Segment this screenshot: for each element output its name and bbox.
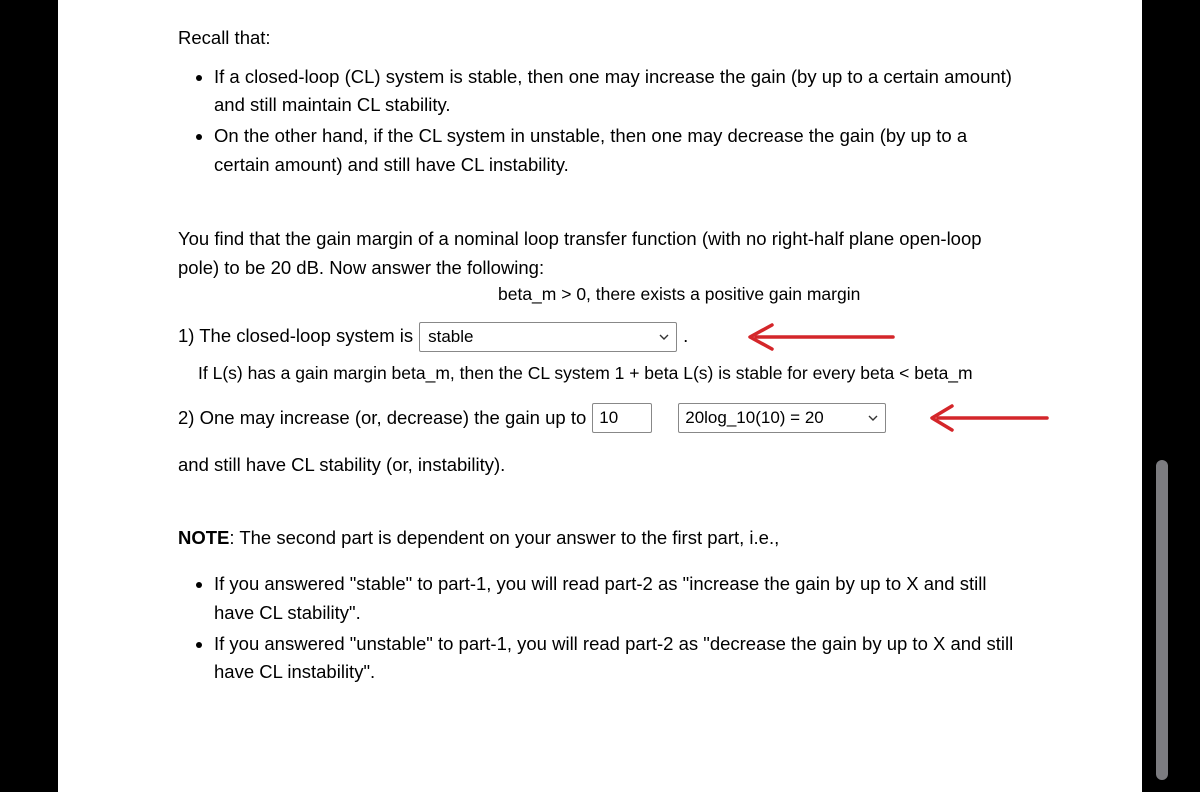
q2-after-text: and still have CL stability (or, instabi… bbox=[178, 451, 1022, 480]
chevron-down-icon bbox=[658, 331, 670, 343]
q2-prefix: 2) One may increase (or, decrease) the g… bbox=[178, 404, 586, 433]
list-item: If you answered "unstable" to part-1, yo… bbox=[214, 630, 1022, 687]
q2-db-select[interactable]: 20log_10(10) = 20 bbox=[678, 403, 886, 433]
chevron-down-icon bbox=[867, 412, 879, 424]
question-1-line: 1) The closed-loop system is stable . bbox=[178, 322, 1022, 352]
intro-paragraph: You find that the gain margin of a nomin… bbox=[178, 225, 1022, 282]
recall-heading: Recall that: bbox=[178, 24, 1022, 53]
q2-select-value: 20log_10(10) = 20 bbox=[685, 405, 823, 431]
q1-stability-select[interactable]: stable bbox=[419, 322, 677, 352]
note-heading-line: NOTE: The second part is dependent on yo… bbox=[178, 524, 1022, 553]
q2-value-input[interactable] bbox=[592, 403, 652, 433]
question-2-line: 2) One may increase (or, decrease) the g… bbox=[178, 403, 1022, 433]
scrollbar-thumb[interactable] bbox=[1156, 460, 1168, 780]
note-block: NOTE: The second part is dependent on yo… bbox=[178, 524, 1022, 687]
list-item: On the other hand, if the CL system in u… bbox=[214, 122, 1022, 179]
scrollbar-track[interactable] bbox=[1154, 0, 1170, 792]
arrow-left-icon bbox=[738, 320, 898, 354]
q1-suffix: . bbox=[683, 322, 688, 351]
list-item: If you answered "stable" to part-1, you … bbox=[214, 570, 1022, 627]
note-list: If you answered "stable" to part-1, you … bbox=[178, 570, 1022, 687]
recall-list: If a closed-loop (CL) system is stable, … bbox=[178, 63, 1022, 180]
note-rest: : The second part is dependent on your a… bbox=[229, 527, 779, 548]
list-item: If a closed-loop (CL) system is stable, … bbox=[214, 63, 1022, 120]
annotation-positive-gain: beta_m > 0, there exists a positive gain… bbox=[498, 281, 1022, 308]
q1-select-value: stable bbox=[428, 324, 473, 350]
note-label: NOTE bbox=[178, 527, 229, 548]
document-page: Recall that: If a closed-loop (CL) syste… bbox=[58, 0, 1142, 792]
arrow-left-icon bbox=[922, 401, 1052, 435]
annotation-gain-margin: If L(s) has a gain margin beta_m, then t… bbox=[198, 360, 1022, 387]
q1-prefix: 1) The closed-loop system is bbox=[178, 322, 413, 351]
